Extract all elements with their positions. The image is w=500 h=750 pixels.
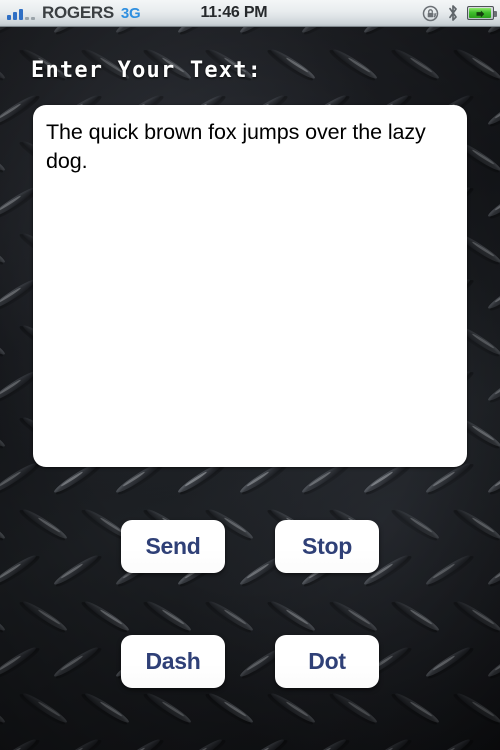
dash-button[interactable]: Dash xyxy=(121,635,225,688)
status-bar: ROGERS 3G 11:46 PM xyxy=(0,0,500,27)
status-bar-clock: 11:46 PM xyxy=(200,4,268,21)
text-input-value[interactable]: The quick brown fox jumps over the lazy … xyxy=(46,118,455,176)
send-button-label: Send xyxy=(145,533,201,559)
app-screen: ROGERS 3G 11:46 PM Enter Your Text: The … xyxy=(0,0,500,750)
text-input-area[interactable]: The quick brown fox jumps over the lazy … xyxy=(33,105,467,467)
page-title: Enter Your Text: xyxy=(31,58,263,83)
dash-button-label: Dash xyxy=(145,648,201,674)
battery-charging-icon xyxy=(467,6,497,20)
stop-button[interactable]: Stop xyxy=(275,520,379,573)
send-button[interactable]: Send xyxy=(121,520,225,573)
dot-button-label: Dot xyxy=(308,648,346,674)
button-row-primary: Send Stop xyxy=(0,520,500,573)
dot-button[interactable]: Dot xyxy=(275,635,379,688)
button-row-secondary: Dash Dot xyxy=(0,635,500,688)
stop-button-label: Stop xyxy=(302,533,352,559)
